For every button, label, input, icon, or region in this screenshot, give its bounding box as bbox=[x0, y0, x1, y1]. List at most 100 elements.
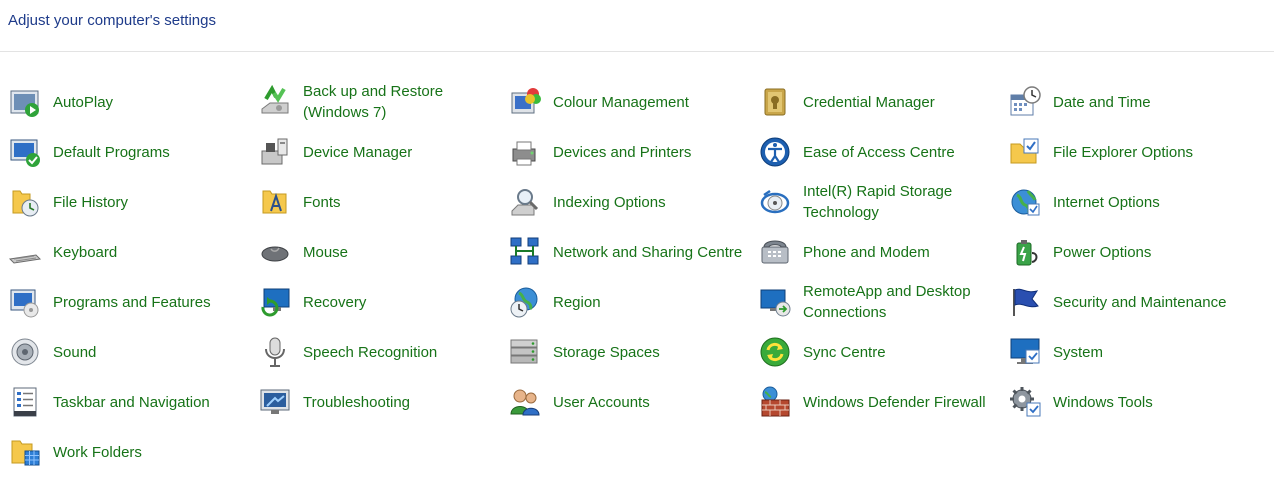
control-panel-item-label[interactable]: User Accounts bbox=[553, 392, 743, 413]
control-panel-item-default-programs[interactable]: Default Programs bbox=[8, 127, 258, 177]
control-panel-item-device-manager[interactable]: Device Manager bbox=[258, 127, 508, 177]
indexing-options-icon bbox=[508, 185, 542, 219]
control-panel-item-system[interactable]: System bbox=[1008, 327, 1258, 377]
control-panel-item-label[interactable]: Mouse bbox=[303, 242, 493, 263]
header: Adjust your computer's settings bbox=[0, 0, 1274, 52]
control-panel-item-troubleshooting[interactable]: Troubleshooting bbox=[258, 377, 508, 427]
control-panel-item-label[interactable]: Device Manager bbox=[303, 142, 493, 163]
control-panel-item-label[interactable]: Fonts bbox=[303, 192, 493, 213]
control-panel-item-ease-of-access[interactable]: Ease of Access Centre bbox=[758, 127, 1008, 177]
device-manager-icon bbox=[258, 135, 292, 169]
control-panel-item-fonts[interactable]: Fonts bbox=[258, 177, 508, 227]
control-panel-item-label[interactable]: Intel(R) Rapid Storage Technology bbox=[803, 181, 993, 223]
fonts-icon bbox=[258, 185, 292, 219]
control-panel-item-label[interactable]: Internet Options bbox=[1053, 192, 1243, 213]
control-panel-item-label[interactable]: System bbox=[1053, 342, 1243, 363]
control-panel-item-programs-features[interactable]: Programs and Features bbox=[8, 277, 258, 327]
control-panel-item-label[interactable]: Ease of Access Centre bbox=[803, 142, 993, 163]
system-icon bbox=[1008, 335, 1042, 369]
control-panel-item-remoteapp[interactable]: RemoteApp and Desktop Connections bbox=[758, 277, 1008, 327]
control-panel-item-keyboard[interactable]: Keyboard bbox=[8, 227, 258, 277]
devices-printers-icon bbox=[508, 135, 542, 169]
control-panel-item-credential-manager[interactable]: Credential Manager bbox=[758, 77, 1008, 127]
control-panel-item-devices-printers[interactable]: Devices and Printers bbox=[508, 127, 758, 177]
power-options-icon bbox=[1008, 235, 1042, 269]
sound-icon bbox=[8, 335, 42, 369]
sync-centre-icon bbox=[758, 335, 792, 369]
control-panel-item-label[interactable]: Work Folders bbox=[53, 442, 243, 463]
control-panel-item-power-options[interactable]: Power Options bbox=[1008, 227, 1258, 277]
control-panel-item-label[interactable]: Phone and Modem bbox=[803, 242, 993, 263]
control-panel-item-phone-modem[interactable]: Phone and Modem bbox=[758, 227, 1008, 277]
control-panel-item-label[interactable]: Colour Management bbox=[553, 92, 743, 113]
region-icon bbox=[508, 285, 542, 319]
control-panel-item-user-accounts[interactable]: User Accounts bbox=[508, 377, 758, 427]
control-panel-item-speech-recognition[interactable]: Speech Recognition bbox=[258, 327, 508, 377]
colour-management-icon bbox=[508, 85, 542, 119]
control-panel-item-colour-management[interactable]: Colour Management bbox=[508, 77, 758, 127]
control-panel-item-mouse[interactable]: Mouse bbox=[258, 227, 508, 277]
control-panel-item-network-sharing[interactable]: Network and Sharing Centre bbox=[508, 227, 758, 277]
control-panel-item-label[interactable]: Programs and Features bbox=[53, 292, 243, 313]
control-panel-items: AutoPlay Back up and Restore (Windows 7) C… bbox=[8, 77, 1258, 477]
control-panel-item-label[interactable]: Sound bbox=[53, 342, 243, 363]
default-programs-icon bbox=[8, 135, 42, 169]
speech-recognition-icon bbox=[258, 335, 292, 369]
firewall-icon bbox=[758, 385, 792, 419]
control-panel-item-label[interactable]: Devices and Printers bbox=[553, 142, 743, 163]
control-panel-item-label[interactable]: Sync Centre bbox=[803, 342, 993, 363]
control-panel-item-label[interactable]: RemoteApp and Desktop Connections bbox=[803, 281, 993, 323]
control-panel-item-label[interactable]: File Explorer Options bbox=[1053, 142, 1243, 163]
control-panel-item-label[interactable]: Speech Recognition bbox=[303, 342, 493, 363]
control-panel-item-indexing-options[interactable]: Indexing Options bbox=[508, 177, 758, 227]
phone-modem-icon bbox=[758, 235, 792, 269]
file-history-icon bbox=[8, 185, 42, 219]
remoteapp-icon bbox=[758, 285, 792, 319]
windows-tools-icon bbox=[1008, 385, 1042, 419]
control-panel-item-date-time[interactable]: Date and Time bbox=[1008, 77, 1258, 127]
control-panel-item-label[interactable]: Troubleshooting bbox=[303, 392, 493, 413]
control-panel-item-backup-restore[interactable]: Back up and Restore (Windows 7) bbox=[258, 77, 508, 127]
control-panel-item-label[interactable]: Date and Time bbox=[1053, 92, 1243, 113]
work-folders-icon bbox=[8, 435, 42, 469]
control-panel-item-intel-rapid-storage[interactable]: Intel(R) Rapid Storage Technology bbox=[758, 177, 1008, 227]
control-panel-item-label[interactable]: Power Options bbox=[1053, 242, 1243, 263]
control-panel-item-label[interactable]: Credential Manager bbox=[803, 92, 993, 113]
control-panel-item-windows-tools[interactable]: Windows Tools bbox=[1008, 377, 1258, 427]
control-panel-item-label[interactable]: Region bbox=[553, 292, 743, 313]
control-panel-item-file-explorer-options[interactable]: File Explorer Options bbox=[1008, 127, 1258, 177]
control-panel-item-region[interactable]: Region bbox=[508, 277, 758, 327]
control-panel-item-label[interactable]: File History bbox=[53, 192, 243, 213]
control-panel-item-firewall[interactable]: Windows Defender Firewall bbox=[758, 377, 1008, 427]
security-maintenance-icon bbox=[1008, 285, 1042, 319]
control-panel-item-label[interactable]: Keyboard bbox=[53, 242, 243, 263]
control-panel-item-sound[interactable]: Sound bbox=[8, 327, 258, 377]
control-panel-item-label[interactable]: Storage Spaces bbox=[553, 342, 743, 363]
control-panel-item-sync-centre[interactable]: Sync Centre bbox=[758, 327, 1008, 377]
control-panel-item-label[interactable]: Default Programs bbox=[53, 142, 243, 163]
recovery-icon bbox=[258, 285, 292, 319]
control-panel-item-label[interactable]: Back up and Restore (Windows 7) bbox=[303, 81, 493, 123]
control-panel-item-label[interactable]: Windows Tools bbox=[1053, 392, 1243, 413]
control-panel-item-label[interactable]: Taskbar and Navigation bbox=[53, 392, 243, 413]
storage-spaces-icon bbox=[508, 335, 542, 369]
control-panel-item-label[interactable]: AutoPlay bbox=[53, 92, 243, 113]
mouse-icon bbox=[258, 235, 292, 269]
control-panel-item-label[interactable]: Security and Maintenance bbox=[1053, 292, 1243, 313]
control-panel-item-autoplay[interactable]: AutoPlay bbox=[8, 77, 258, 127]
programs-features-icon bbox=[8, 285, 42, 319]
control-panel-item-label[interactable]: Recovery bbox=[303, 292, 493, 313]
control-panel-item-label[interactable]: Windows Defender Firewall bbox=[803, 392, 993, 413]
control-panel-item-label[interactable]: Network and Sharing Centre bbox=[553, 242, 743, 263]
control-panel-item-work-folders[interactable]: Work Folders bbox=[8, 427, 258, 477]
control-panel-item-label[interactable]: Indexing Options bbox=[553, 192, 743, 213]
control-panel-item-taskbar-navigation[interactable]: Taskbar and Navigation bbox=[8, 377, 258, 427]
control-panel-item-security-maintenance[interactable]: Security and Maintenance bbox=[1008, 277, 1258, 327]
control-panel-item-recovery[interactable]: Recovery bbox=[258, 277, 508, 327]
file-explorer-options-icon bbox=[1008, 135, 1042, 169]
date-time-icon bbox=[1008, 85, 1042, 119]
control-panel-item-internet-options[interactable]: Internet Options bbox=[1008, 177, 1258, 227]
user-accounts-icon bbox=[508, 385, 542, 419]
control-panel-item-storage-spaces[interactable]: Storage Spaces bbox=[508, 327, 758, 377]
control-panel-item-file-history[interactable]: File History bbox=[8, 177, 258, 227]
